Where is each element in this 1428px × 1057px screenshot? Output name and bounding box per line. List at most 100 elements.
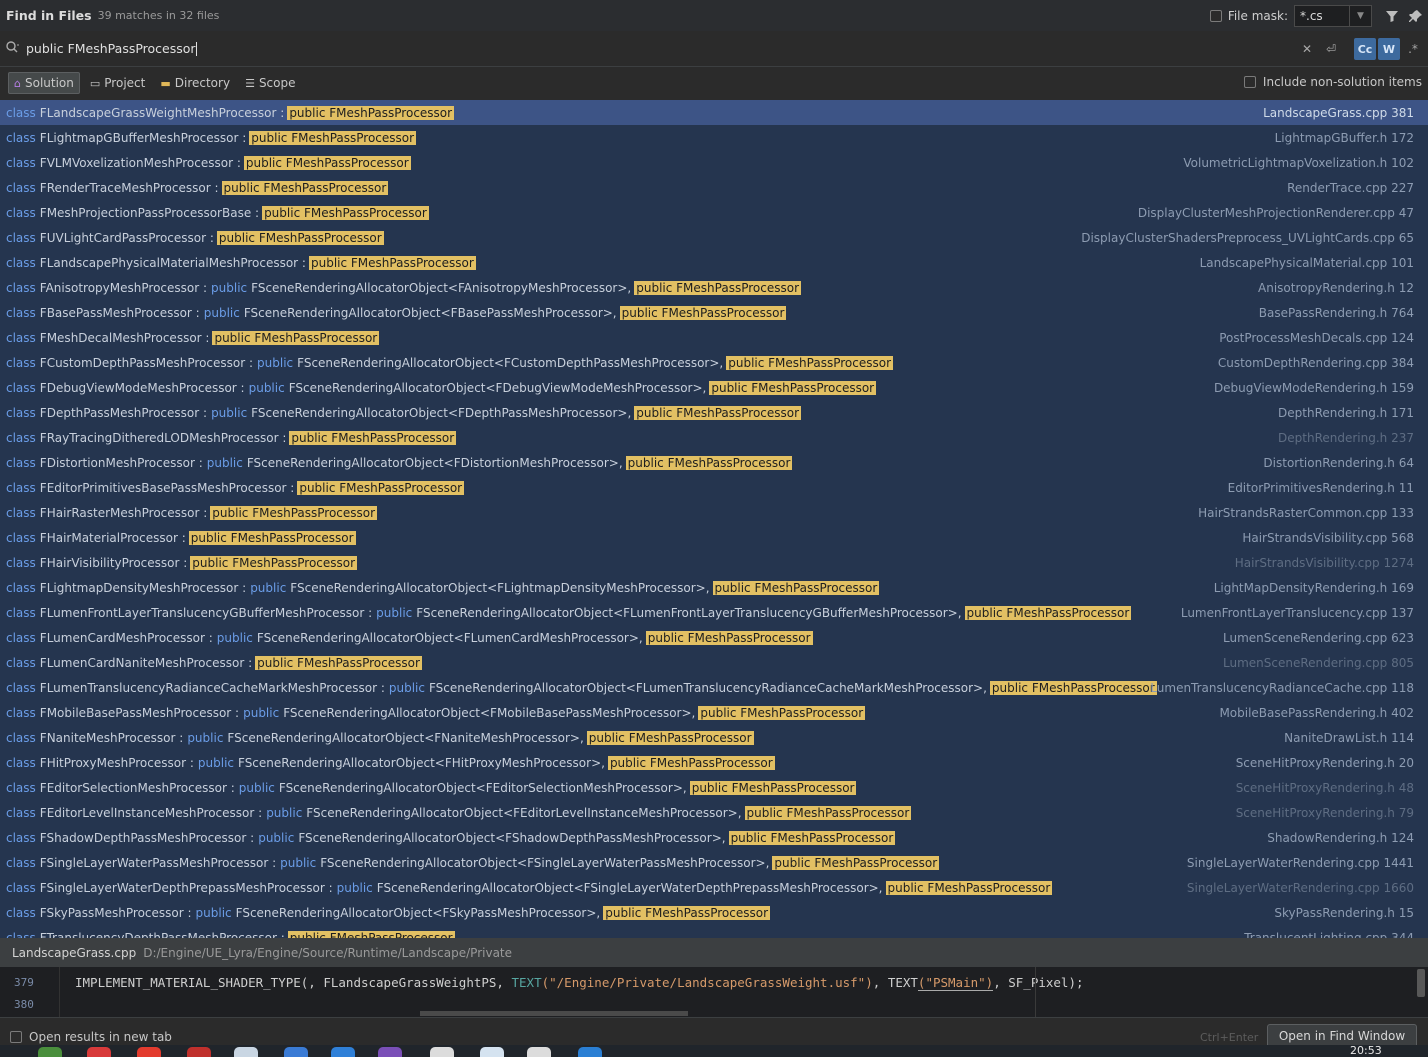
solution-icon: ⌂ xyxy=(14,76,21,90)
file-mask-checkbox[interactable] xyxy=(1209,9,1222,22)
folder-icon: ▬ xyxy=(160,76,171,90)
chrome-icon[interactable] xyxy=(38,1047,62,1057)
new-line-icon[interactable]: ⏎ xyxy=(1320,38,1342,60)
app-icon[interactable] xyxy=(187,1047,211,1057)
result-file-location: LightMapDensityRendering.h 169 xyxy=(1213,580,1414,595)
unreal-icon[interactable] xyxy=(430,1047,454,1057)
open-in-new-tab-checkbox[interactable] xyxy=(10,1031,22,1043)
base-class: FSceneRenderingAllocatorObject<FBasePass… xyxy=(243,305,617,320)
result-row[interactable]: class FShadowDepthPassMeshProcessor : publ… xyxy=(0,825,1428,850)
result-file-location: HairStrandsVisibility.cpp 568 xyxy=(1242,530,1414,545)
result-row[interactable]: class FLumenFrontLayerTranslucencyGBuffer… xyxy=(0,600,1428,625)
result-row[interactable]: class FAnisotropyMeshProcessor : public FSc… xyxy=(0,275,1428,300)
include-non-solution-checkbox[interactable] xyxy=(1243,76,1256,88)
result-row[interactable]: class FRayTracingDitheredLODMeshProcessor… xyxy=(0,425,1428,450)
result-row[interactable]: class FEditorSelectionMeshProcessor : publ… xyxy=(0,775,1428,800)
vscode-icon[interactable] xyxy=(331,1047,355,1057)
result-row[interactable]: class FLandscapeGrassWeightMeshProcessor … xyxy=(0,100,1428,125)
class-name: FEditorSelectionMeshProcessor : xyxy=(39,780,235,795)
unreal-icon[interactable] xyxy=(527,1047,551,1057)
class-keyword: class xyxy=(6,705,36,720)
pin-icon[interactable] xyxy=(1404,4,1428,28)
result-row[interactable]: class FMobileBasePassMeshProcessor : publi… xyxy=(0,700,1428,725)
result-row[interactable]: class FDepthPassMeshProcessor : public FSce… xyxy=(0,400,1428,425)
code-preview[interactable]: 379 380 IMPLEMENT_MATERIAL_SHADER_TYPE(,… xyxy=(0,967,1428,1017)
regex-toggle[interactable]: .* xyxy=(1402,38,1424,60)
class-name: FHairMaterialProcessor : xyxy=(39,530,186,545)
result-row[interactable]: class FLightmapGBufferMeshProcessor : publ… xyxy=(0,125,1428,150)
app-icon[interactable] xyxy=(137,1047,161,1057)
result-row[interactable]: class FSingleLayerWaterPassMeshProcessor … xyxy=(0,850,1428,875)
result-file-location: BasePassRendering.h 764 xyxy=(1258,305,1414,320)
result-row[interactable]: class FDistortionMeshProcessor : public FSc… xyxy=(0,450,1428,475)
class-keyword: class xyxy=(6,530,36,545)
result-row[interactable]: class FBasePassMeshProcessor : public FScen… xyxy=(0,300,1428,325)
result-row[interactable]: class FEditorLevelInstanceMeshProcessor :… xyxy=(0,800,1428,825)
result-row[interactable]: class FMeshDecalMeshProcessor : public FMe… xyxy=(0,325,1428,350)
result-row[interactable]: class FCustomDepthPassMeshProcessor : publ… xyxy=(0,350,1428,375)
app-icon[interactable] xyxy=(234,1047,258,1057)
result-row[interactable]: class FDebugViewModeMeshProcessor : public… xyxy=(0,375,1428,400)
whole-words-toggle[interactable]: W xyxy=(1378,38,1400,60)
class-name: FHairRasterMeshProcessor : xyxy=(39,505,208,520)
include-non-solution-label: Include non-solution items xyxy=(1262,75,1422,89)
match-highlight: public FMeshPassProcessor xyxy=(297,480,465,495)
match-highlight: public FMeshPassProcessor xyxy=(698,705,866,720)
match-highlight: public FMeshPassProcessor xyxy=(964,605,1132,620)
result-row[interactable]: class FHairVisibilityProcessor : public FM… xyxy=(0,550,1428,575)
result-row[interactable]: class FMeshProjectionPassProcessorBase :p… xyxy=(0,200,1428,225)
search-input[interactable]: public FMeshPassProcessor xyxy=(26,41,197,57)
clear-icon[interactable]: ✕ xyxy=(1296,38,1318,60)
result-row[interactable]: class FEditorPrimitivesBasePassMeshProces… xyxy=(0,475,1428,500)
result-file-location: DepthRendering.h 171 xyxy=(1278,405,1414,420)
app-icon[interactable] xyxy=(284,1047,308,1057)
file-mask-input[interactable]: *.cs ▼ xyxy=(1294,4,1372,27)
tab-solution[interactable]: ⌂ Solution xyxy=(8,72,80,94)
class-keyword: class xyxy=(6,505,36,520)
base-class: FSceneRenderingAllocatorObject<FLumenFro… xyxy=(416,605,962,620)
result-row[interactable]: class FHairRasterMeshProcessor : public FM… xyxy=(0,500,1428,525)
chevron-down-icon[interactable]: ▼ xyxy=(1349,5,1371,26)
result-row[interactable]: class FSingleLayerWaterDepthPrepassMeshPr… xyxy=(0,875,1428,900)
tab-scope[interactable]: ☰ Scope xyxy=(240,72,300,94)
result-row[interactable]: class FVLMVoxelizationMeshProcessor : publ… xyxy=(0,150,1428,175)
result-file-location: LumenTranslucencyRadianceCache.cpp 118 xyxy=(1150,680,1414,695)
vertical-scrollbar[interactable] xyxy=(1417,969,1425,997)
result-row[interactable]: class FLandscapePhysicalMaterialMeshProce… xyxy=(0,250,1428,275)
result-row[interactable]: class FLumenCardMeshProcessor : public FSce… xyxy=(0,625,1428,650)
open-in-new-tab[interactable]: Open results in new tab xyxy=(10,1030,172,1044)
match-highlight: public FMeshPassProcessor xyxy=(212,330,380,345)
result-row[interactable]: class FSkyPassMeshProcessor : public FScene… xyxy=(0,900,1428,925)
include-non-solution[interactable]: Include non-solution items xyxy=(1243,75,1422,89)
result-row[interactable]: class FLumenTranslucencyRadianceCacheMark… xyxy=(0,675,1428,700)
rider-icon[interactable] xyxy=(378,1047,402,1057)
filter-icon[interactable] xyxy=(1380,4,1404,28)
tab-directory[interactable]: ▬ Directory xyxy=(155,72,235,94)
match-case-toggle[interactable]: Cc xyxy=(1354,38,1376,60)
class-keyword: class xyxy=(6,630,36,645)
tab-label: Project xyxy=(104,76,146,90)
base-class: FSceneRenderingAllocatorObject<FNaniteMe… xyxy=(227,730,584,745)
result-row[interactable]: class FLightmapDensityMeshProcessor : publ… xyxy=(0,575,1428,600)
result-row[interactable]: class FNaniteMeshProcessor : public FSceneR… xyxy=(0,725,1428,750)
class-keyword: class xyxy=(6,580,36,595)
tab-label: Scope xyxy=(258,76,296,90)
app-icon[interactable] xyxy=(480,1047,504,1057)
line-gutter: 379 380 xyxy=(0,967,60,1017)
class-keyword: class xyxy=(6,130,36,145)
app-icon[interactable] xyxy=(578,1047,602,1057)
result-row[interactable]: class FLumenCardNaniteMeshProcessor : publ… xyxy=(0,650,1428,675)
tab-project[interactable]: ▭ Project xyxy=(85,72,150,94)
result-row[interactable]: class FHitProxyMeshProcessor : public FScen… xyxy=(0,750,1428,775)
app-icon[interactable] xyxy=(87,1047,111,1057)
search-icon[interactable] xyxy=(0,40,26,57)
class-keyword: class xyxy=(6,605,36,620)
preview-file-path: D:/Engine/UE_Lyra/Engine/Source/Runtime/… xyxy=(143,945,513,960)
result-row[interactable]: class FHairMaterialProcessor : public FMes… xyxy=(0,525,1428,550)
public-keyword: public xyxy=(388,680,425,695)
match-highlight: public FMeshPassProcessor xyxy=(726,355,894,370)
horizontal-scrollbar[interactable] xyxy=(420,1011,688,1016)
result-row[interactable]: class FRenderTraceMeshProcessor : public F… xyxy=(0,175,1428,200)
result-row[interactable]: class FTranslucencyDepthPassMeshProcessor… xyxy=(0,925,1428,938)
result-row[interactable]: class FUVLightCardPassProcessor : public F… xyxy=(0,225,1428,250)
